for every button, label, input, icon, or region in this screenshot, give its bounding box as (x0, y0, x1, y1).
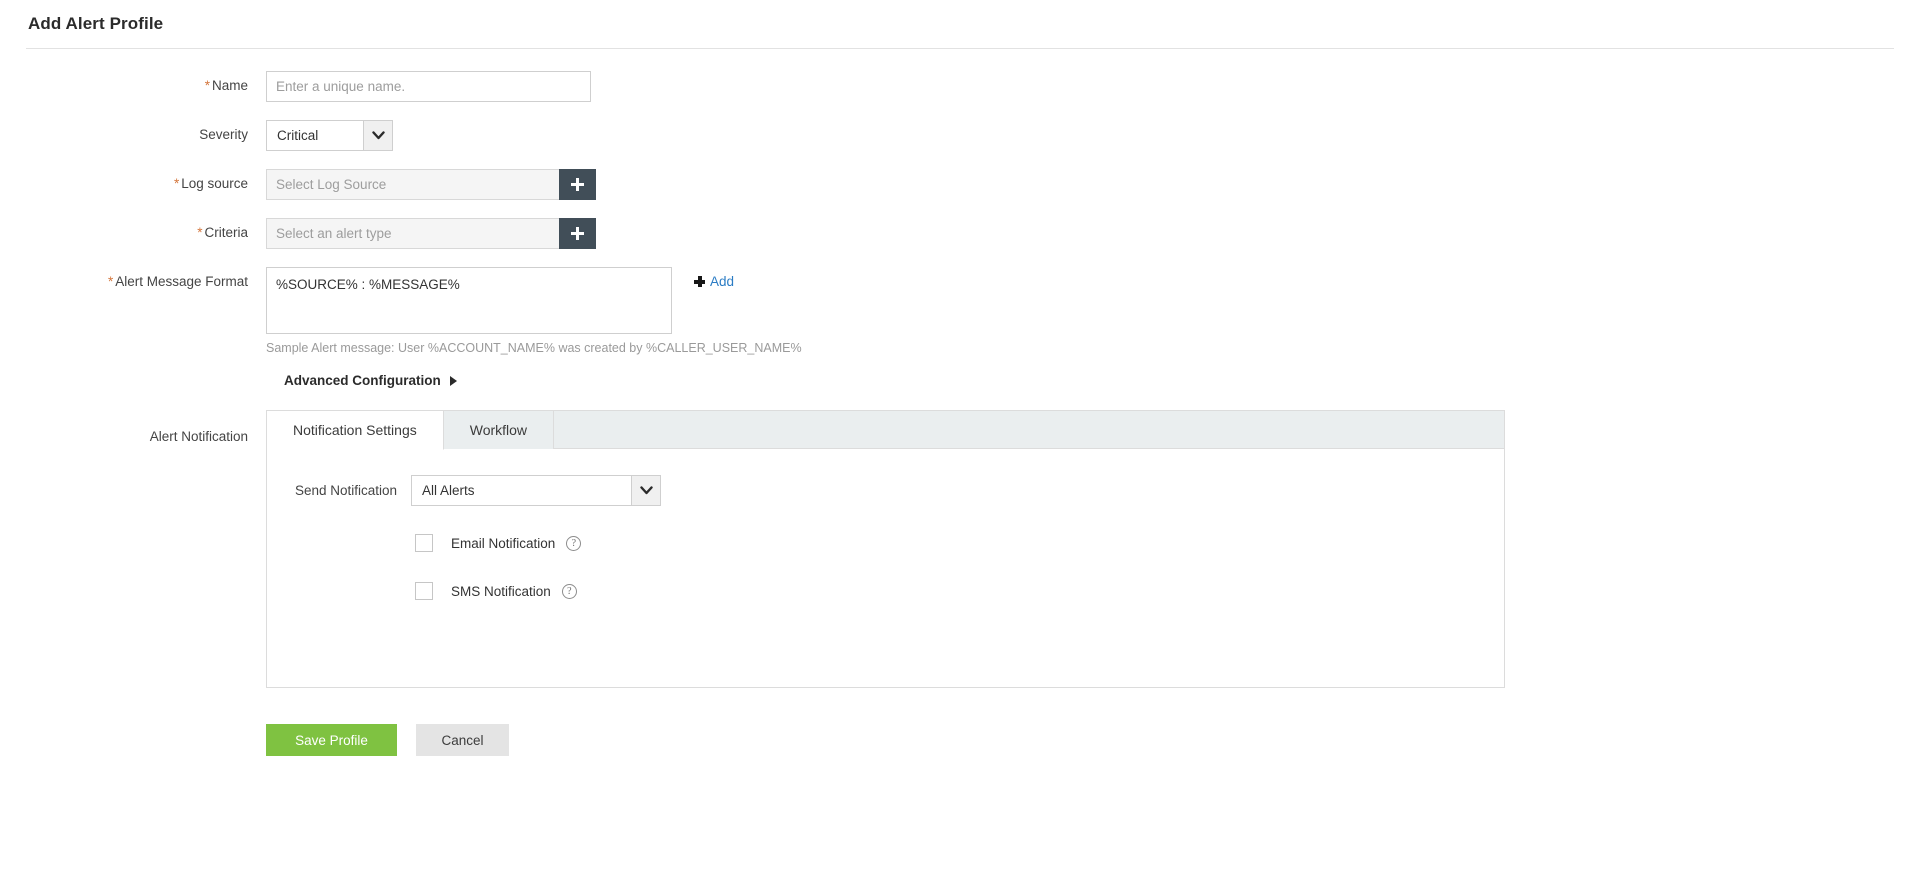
save-profile-button[interactable]: Save Profile (266, 724, 397, 756)
add-criteria-button[interactable] (559, 218, 596, 249)
add-log-source-button[interactable] (559, 169, 596, 200)
tab-notification-settings[interactable]: Notification Settings (267, 411, 444, 450)
plus-icon (571, 178, 584, 191)
required-indicator-log-source: * (173, 176, 180, 191)
form-footer: Save Profile Cancel (0, 724, 1920, 756)
required-indicator-alert-message-format: * (107, 274, 114, 289)
add-message-variable-link[interactable]: Add (694, 274, 734, 289)
question-mark-icon[interactable]: ? (561, 583, 577, 599)
caret-right-icon (449, 375, 457, 386)
severity-select[interactable]: Critical (266, 120, 393, 151)
label-log-source-text: Log source (181, 176, 248, 191)
add-link-label: Add (710, 274, 735, 289)
alert-profile-form: *Name Severity Critical *Log source (0, 49, 1920, 756)
field-row-name: * Name (0, 71, 1920, 102)
label-criteria-text: Criteria (204, 225, 248, 240)
advanced-configuration-spacer (0, 373, 266, 388)
tab-workflow-label: Workflow (469, 422, 528, 438)
send-notification-select[interactable]: All Alerts (411, 475, 661, 506)
alert-notification-row: Alert Notification Notification Settings… (0, 410, 1920, 688)
email-notification-label: Email Notification (451, 535, 556, 551)
email-notification-row: Email Notification ? (267, 534, 1504, 552)
alert-message-format-textarea[interactable] (266, 267, 672, 334)
advanced-configuration-label: Advanced Configuration (284, 373, 441, 388)
advanced-configuration-toggle[interactable]: Advanced Configuration (266, 373, 457, 388)
log-source-field[interactable]: Select Log Source (266, 169, 559, 200)
alert-notification-panel: Notification Settings Workflow Send Noti… (266, 410, 1505, 688)
control-severity: Critical (266, 120, 393, 151)
criteria-picker: Select an alert type (266, 218, 596, 249)
sms-notification-checkbox[interactable] (415, 582, 433, 600)
control-name (266, 71, 591, 102)
add-alert-profile-page: Add Alert Profile *Name Severity Critica… (0, 0, 1920, 884)
sms-notification-row: SMS Notification ? (267, 582, 1504, 600)
tab-notification-settings-label: Notification Settings (293, 422, 417, 438)
notification-tabbar: Notification Settings Workflow (267, 411, 1504, 450)
cancel-button[interactable]: Cancel (416, 724, 509, 756)
field-row-severity: Severity Critical (0, 120, 1920, 151)
required-indicator-criteria: * (197, 225, 203, 240)
send-notification-row: Send Notification All Alerts (267, 475, 1504, 506)
field-row-log-source: * Log source Select Log Source (0, 169, 1920, 200)
tab-workflow[interactable]: Workflow (443, 411, 555, 449)
label-alert-message-format-text: Alert Message Format (115, 274, 248, 289)
page-title: Add Alert Profile (28, 14, 164, 33)
name-input[interactable] (266, 71, 591, 102)
send-notification-selected-value: All Alerts (422, 483, 475, 498)
label-criteria: * Criteria (0, 218, 266, 248)
page-header: Add Alert Profile (0, 0, 1920, 48)
sms-notification-label: SMS Notification (451, 583, 551, 599)
label-alert-message-format: * Alert Message Format (0, 267, 266, 297)
email-notification-checkbox[interactable] (415, 534, 433, 552)
control-criteria: Select an alert type (266, 218, 596, 249)
chevron-down-icon[interactable] (363, 121, 392, 150)
criteria-field[interactable]: Select an alert type (266, 218, 559, 249)
label-alert-notification: Alert Notification (149, 429, 248, 444)
severity-selected-value: Critical (277, 128, 319, 143)
field-row-alert-message-format: *Alert Message Format Add Sample Alert m… (0, 267, 1920, 355)
log-source-picker: Select Log Source (266, 169, 596, 200)
control-alert-message-format: Add Sample Alert message: User %ACCOUNT_… (266, 267, 802, 355)
control-log-source: Select Log Source (266, 169, 596, 200)
label-log-source: * Log source (0, 169, 266, 199)
label-name: * Name (0, 71, 266, 101)
required-indicator-name: * (204, 78, 210, 93)
question-mark-icon[interactable]: ? (566, 535, 582, 551)
chevron-down-icon[interactable] (631, 476, 660, 505)
footer-spacer (0, 724, 266, 756)
plus-icon (571, 227, 584, 240)
label-severity: Severity (199, 127, 248, 142)
alert-message-format-group: Add (266, 267, 802, 334)
field-row-criteria: * Criteria Select an alert type (0, 218, 1920, 249)
advanced-configuration-row: Advanced Configuration (0, 373, 1920, 388)
notification-settings-panel-body: Send Notification All Alerts Email Notif… (267, 449, 1504, 687)
plus-icon (694, 276, 705, 287)
sample-alert-message: Sample Alert message: User %ACCOUNT_NAME… (266, 341, 802, 355)
label-name-text: Name (211, 78, 248, 93)
label-send-notification: Send Notification (294, 483, 397, 498)
